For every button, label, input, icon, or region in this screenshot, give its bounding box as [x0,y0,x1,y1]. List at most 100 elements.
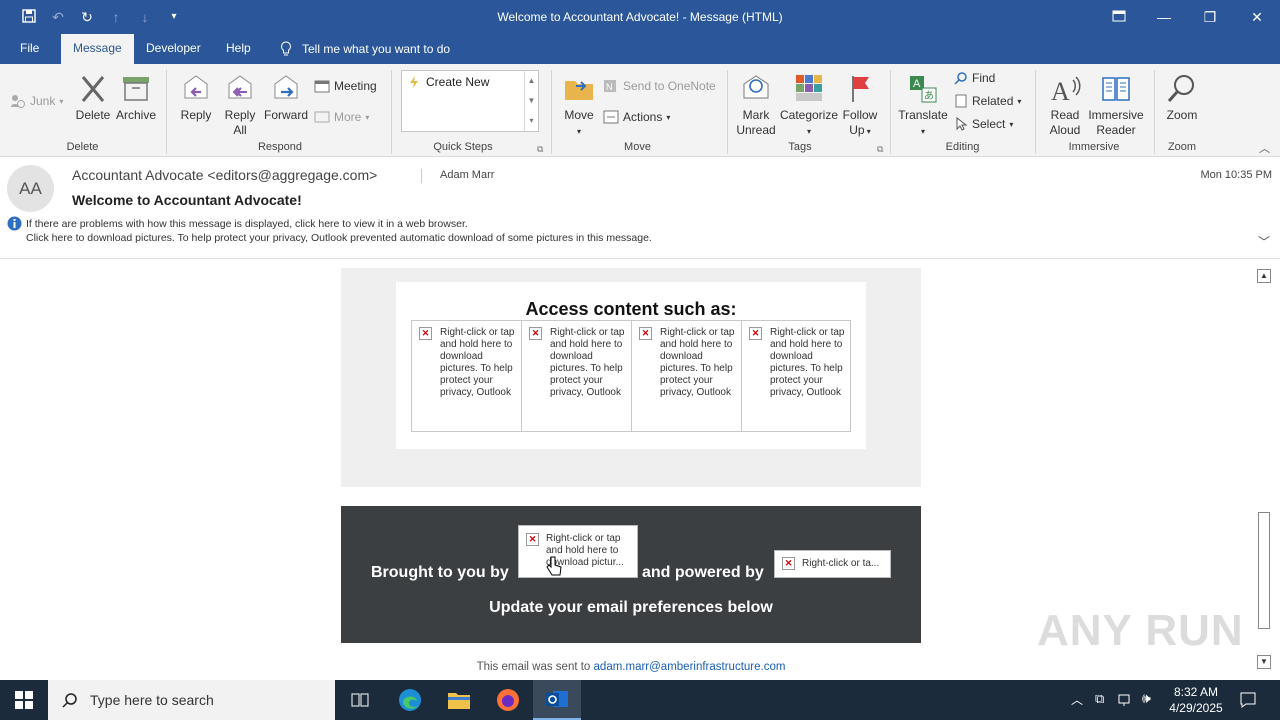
move-label: Move [564,108,594,122]
outlook-taskbar-button[interactable] [533,680,581,720]
move-button[interactable]: Move ▾ [560,72,598,139]
archive-button[interactable]: Archive [114,72,158,123]
clock-date: 4/29/2025 [1169,701,1223,715]
zoom-group-label: Zoom [1167,141,1197,153]
reply-button[interactable]: Reply [176,72,216,123]
delete-button[interactable]: Delete [74,72,112,123]
find-button[interactable]: Find [954,71,995,85]
blocked-image-2[interactable]: ✕ Right-click or tap and hold here to dow… [521,320,631,432]
broken-image-icon: ✕ [529,327,542,340]
actions-button[interactable]: Actions ▾ [603,110,670,124]
collapse-ribbon-icon[interactable]: ︿ [1259,140,1270,156]
show-hidden-icons-icon[interactable]: ︿ [1071,691,1083,708]
blocked-image-text: Right-click or tap and hold here to down… [440,327,515,398]
volume-icon[interactable]: 🕪 [1142,690,1151,707]
scroll-up-button[interactable]: ▲ [1257,269,1271,283]
select-button[interactable]: Select ▾ [954,117,1013,131]
follow-up-button[interactable]: Follow Up ▾ [840,72,880,139]
vertical-scrollbar[interactable]: ▲ ▼ [1256,268,1272,670]
zoom-button[interactable]: Zoom [1162,72,1202,123]
info-bar-view-browser[interactable]: If there are problems with how this mess… [26,218,468,230]
task-view-button[interactable] [336,680,384,720]
blocked-image-3[interactable]: ✕ Right-click or tap and hold here to dow… [631,320,741,432]
quick-steps-gallery[interactable]: Create New ▲ ▼ ▾ [401,70,539,132]
subject: Welcome to Accountant Advocate! [72,192,302,208]
close-icon[interactable]: ✕ [1243,6,1271,28]
content-panel: Access content such as: ✕ Right-click or … [341,268,921,487]
anyrun-watermark: ANY RUN [1037,606,1244,655]
tab-developer[interactable]: Developer [134,34,213,64]
network-icon[interactable] [1118,692,1134,708]
follow-up-label-2: Up [849,123,865,137]
categorize-button[interactable]: Categorize ▾ [779,72,839,139]
expand-header-icon[interactable]: ﹀ [1258,233,1270,250]
sent-to-email-link[interactable]: adam.marr@amberinfrastructure.com [594,661,786,673]
blocked-image-text: Right-click or tap and hold here to down… [660,327,735,398]
file-explorer-taskbar-button[interactable] [435,680,483,720]
reply-all-label-1: Reply [224,108,256,122]
sponsor-logo-image[interactable]: ✕ Right-click or tap and hold here to dow… [518,525,638,578]
forward-button[interactable]: Forward [262,72,310,123]
immersive-label-1: Immersive [1088,108,1144,122]
taskbar-search-box[interactable]: Type here to search [48,680,335,720]
recipient[interactable]: Adam Marr [440,169,494,181]
start-button[interactable] [0,680,48,720]
blocked-image-4[interactable]: ✕ Right-click or tap and hold here to dow… [741,320,851,432]
more-label: More [334,110,362,124]
task-view-icon [351,693,369,707]
read-aloud-label-2: Aloud [1049,123,1081,137]
scroll-down-button[interactable]: ▼ [1257,655,1271,669]
minimize-icon[interactable]: — [1150,6,1178,28]
magnifier-icon [1167,75,1194,102]
sender[interactable]: Accountant Advocate <editors@aggregage.c… [72,167,377,183]
access-heading: Access content such as: [525,299,737,319]
quick-step-create-new[interactable]: Create New [408,75,489,89]
delete-icon [81,76,105,102]
powered-by-logo-image[interactable]: ✕ Right-click or ta... [774,550,891,578]
find-label: Find [972,71,996,85]
junk-button[interactable]: Junk ▾ [10,94,63,108]
clock[interactable]: 8:32 AM 4/29/2025 [1165,684,1227,716]
broken-image-icon: ✕ [526,533,539,546]
quick-steps-scroll[interactable]: ▲ ▼ ▾ [524,71,538,131]
tell-me-search[interactable]: Tell me what you want to do [268,34,462,64]
tab-help[interactable]: Help [214,34,263,64]
reply-all-button[interactable]: Reply All [220,72,260,138]
categorize-icon [796,75,822,101]
junk-label: Junk [30,94,56,108]
ribbon-display-options-icon[interactable] [1105,6,1133,28]
tab-message[interactable]: Message [61,34,134,64]
translate-button[interactable]: Aあ Translate ▾ [898,72,948,139]
immersive-reader-button[interactable]: Immersive Reader [1088,72,1144,138]
info-icon [7,216,22,231]
tab-file[interactable]: File [8,34,51,64]
flag-icon [852,76,869,102]
tags-launcher-icon[interactable]: ⧉ [877,144,883,155]
access-content-card: Access content such as: ✕ Right-click or … [396,282,866,449]
read-aloud-button[interactable]: A Read Aloud [1043,72,1087,138]
immersive-label-2: Reader [1096,123,1136,137]
edge-taskbar-button[interactable] [386,680,434,720]
firefox-taskbar-button[interactable] [484,680,532,720]
svg-text:N: N [606,82,613,92]
meet-now-icon[interactable]: ⧉ [1095,691,1104,707]
send-to-onenote-button[interactable]: N Send to OneNote [603,79,716,93]
broken-image-icon: ✕ [749,327,762,340]
more-respond-button[interactable]: More ▾ [314,110,369,124]
follow-up-label-1: Follow [842,108,878,122]
update-preferences-label: Update your email preferences below [489,599,773,616]
create-new-label: Create New [426,75,490,89]
scroll-thumb[interactable] [1258,512,1270,629]
quick-steps-group-label: Quick Steps [433,141,493,153]
sender-avatar: AA [7,165,54,212]
meeting-button[interactable]: Meeting [314,79,377,93]
restore-icon[interactable]: ❐ [1196,6,1224,28]
mark-unread-button[interactable]: Mark Unread [734,72,778,138]
select-cursor-icon [956,117,968,131]
related-button[interactable]: Related ▾ [954,94,1021,108]
quick-steps-launcher-icon[interactable]: ⧉ [537,144,543,155]
blocked-image-1[interactable]: ✕ Right-click or tap and hold here to dow… [411,320,521,432]
info-bar-download-pictures[interactable]: Click here to download pictures. To help… [26,232,652,244]
notification-center-icon[interactable] [1239,691,1257,709]
reply-all-icon [228,75,252,99]
